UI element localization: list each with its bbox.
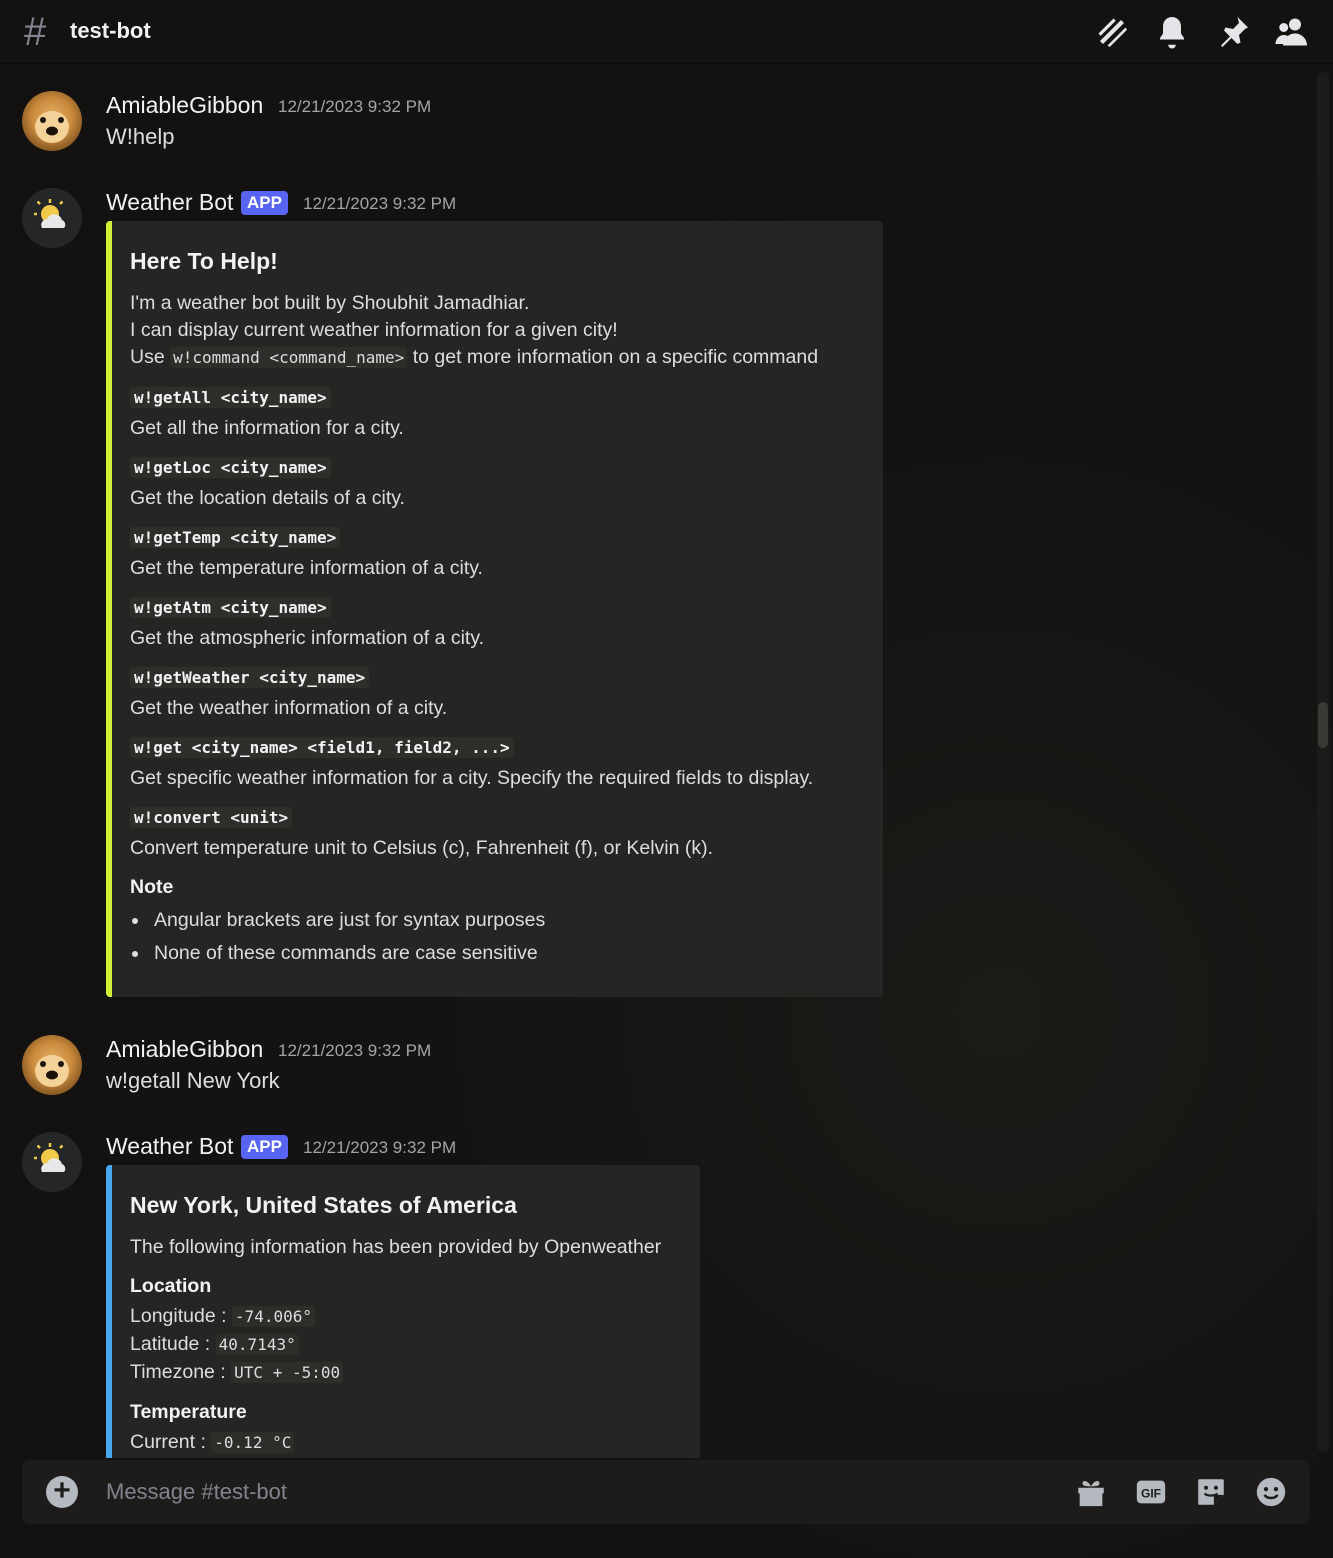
channel-header: # test-bot — [0, 0, 1333, 64]
weather-embed: New York, United States of America The f… — [106, 1165, 700, 1458]
timezone-value: UTC + -5:00 — [231, 1362, 344, 1383]
message-content: W!help — [106, 124, 175, 149]
embed-title: New York, United States of America — [130, 1192, 517, 1218]
embed-accent-bar — [106, 1165, 112, 1458]
bullet — [132, 951, 138, 957]
pin-icon[interactable] — [1213, 12, 1253, 52]
embed-accent-bar — [106, 221, 112, 997]
embed-intro-line: I'm a weather bot built by Shoubhit Jama… — [130, 292, 530, 314]
embed-title: Here To Help! — [130, 248, 278, 274]
scrollbar-thumb[interactable] — [1318, 702, 1328, 748]
channel-hash-icon: # — [24, 10, 47, 54]
sticker-icon[interactable] — [1193, 1474, 1229, 1510]
avatar[interactable] — [22, 91, 82, 151]
app-badge: APP — [241, 1135, 288, 1159]
message-item: AmiableGibbon 12/21/2023 9:32 PM w!getal… — [0, 1032, 1300, 1102]
command-description: Get the weather information of a city. — [130, 697, 448, 719]
weather-bot-icon — [34, 1143, 66, 1172]
command-description: Get the atmospheric information of a cit… — [130, 627, 485, 649]
author-name[interactable]: AmiableGibbon — [106, 1036, 263, 1063]
avatar[interactable] — [22, 1132, 82, 1192]
command-name: w!getAll <city_name> — [130, 387, 331, 408]
command-name: w!convert <unit> — [130, 807, 293, 828]
timestamp: 12/21/2023 9:32 PM — [278, 97, 432, 116]
help-embed: Here To Help! I'm a weather bot built by… — [106, 221, 883, 997]
emoji-icon[interactable] — [1253, 1474, 1289, 1510]
field-label: Current : — [130, 1431, 212, 1453]
embed-description: The following information has been provi… — [130, 1236, 662, 1258]
gif-button[interactable]: GIF — [1133, 1474, 1169, 1510]
field-label: Latitude : — [130, 1333, 216, 1355]
command-description: Get the temperature information of a cit… — [130, 557, 483, 579]
field-label: Timezone : — [130, 1361, 232, 1383]
command-description: Get all the information for a city. — [130, 417, 404, 439]
plus-icon: + — [53, 1474, 71, 1507]
intro-text: to get more information on a specific co… — [407, 346, 819, 368]
current-temp-value: -0.12 °C — [211, 1432, 295, 1453]
message-item: Weather Bot APP 12/21/2023 9:32 PM Here … — [0, 185, 1300, 1005]
gif-label: GIF — [1141, 1487, 1161, 1501]
longitude-row: Longitude : -74.006° — [130, 1305, 315, 1328]
bullet — [132, 918, 138, 924]
avatar[interactable] — [22, 188, 82, 248]
timestamp: 12/21/2023 9:32 PM — [303, 1138, 457, 1157]
app-badge: APP — [241, 191, 288, 215]
author-name[interactable]: Weather Bot — [106, 189, 233, 216]
latitude-value: 40.7143° — [215, 1334, 299, 1355]
avatar[interactable] — [22, 1035, 82, 1095]
timezone-row: Timezone : UTC + -5:00 — [130, 1361, 344, 1384]
timestamp: 12/21/2023 9:32 PM — [278, 1041, 432, 1060]
members-icon[interactable] — [1272, 12, 1312, 52]
gift-icon[interactable] — [1073, 1474, 1109, 1510]
command-name: w!getTemp <city_name> — [130, 527, 341, 548]
bell-icon[interactable] — [1152, 12, 1192, 52]
latitude-row: Latitude : 40.7143° — [130, 1333, 299, 1356]
command-name: w!getWeather <city_name> — [130, 667, 370, 688]
command-description: Get specific weather information for a c… — [130, 767, 814, 789]
field-title: Temperature — [130, 1401, 247, 1423]
field-title: Location — [130, 1275, 212, 1297]
command-name: w!getLoc <city_name> — [130, 457, 331, 478]
longitude-value: -74.006° — [231, 1306, 315, 1327]
threads-icon[interactable] — [1092, 12, 1132, 52]
field-label: Longitude : — [130, 1305, 232, 1327]
weather-bot-icon — [34, 199, 66, 228]
current-temp-row: Current : -0.12 °C — [130, 1431, 295, 1454]
note-item: Angular brackets are just for syntax pur… — [154, 909, 546, 931]
command-name: w!getAtm <city_name> — [130, 597, 331, 618]
author-name[interactable]: Weather Bot — [106, 1133, 233, 1160]
timestamp: 12/21/2023 9:32 PM — [303, 194, 457, 213]
message-item: Weather Bot APP 12/21/2023 9:32 PM New Y… — [0, 1129, 1300, 1458]
channel-name: test-bot — [70, 18, 151, 43]
message-item: AmiableGibbon 12/21/2023 9:32 PM W!help — [0, 88, 1300, 158]
message-list[interactable]: AmiableGibbon 12/21/2023 9:32 PM W!help … — [0, 64, 1333, 1458]
author-name[interactable]: AmiableGibbon — [106, 92, 263, 119]
message-input[interactable]: Message #test-bot — [106, 1479, 287, 1505]
note-title: Note — [130, 876, 174, 898]
intro-text: Use — [130, 346, 171, 368]
add-attachment-button[interactable]: + — [46, 1476, 78, 1508]
message-composer[interactable]: + Message #test-bot GIF — [22, 1460, 1310, 1524]
command-description: Get the location details of a city. — [130, 487, 405, 509]
embed-intro-line: Use w!command <command_name> to get more… — [130, 346, 818, 369]
scrollbar-track[interactable] — [1317, 72, 1329, 1452]
message-content: w!getall New York — [106, 1068, 280, 1093]
note-item: None of these commands are case sensitiv… — [154, 942, 538, 964]
command-name: w!get <city_name> <field1, field2, ...> — [130, 737, 514, 758]
command-description: Convert temperature unit to Celsius (c),… — [130, 837, 714, 859]
inline-code: w!command <command_name> — [170, 347, 408, 368]
embed-intro-line: I can display current weather informatio… — [130, 319, 618, 341]
